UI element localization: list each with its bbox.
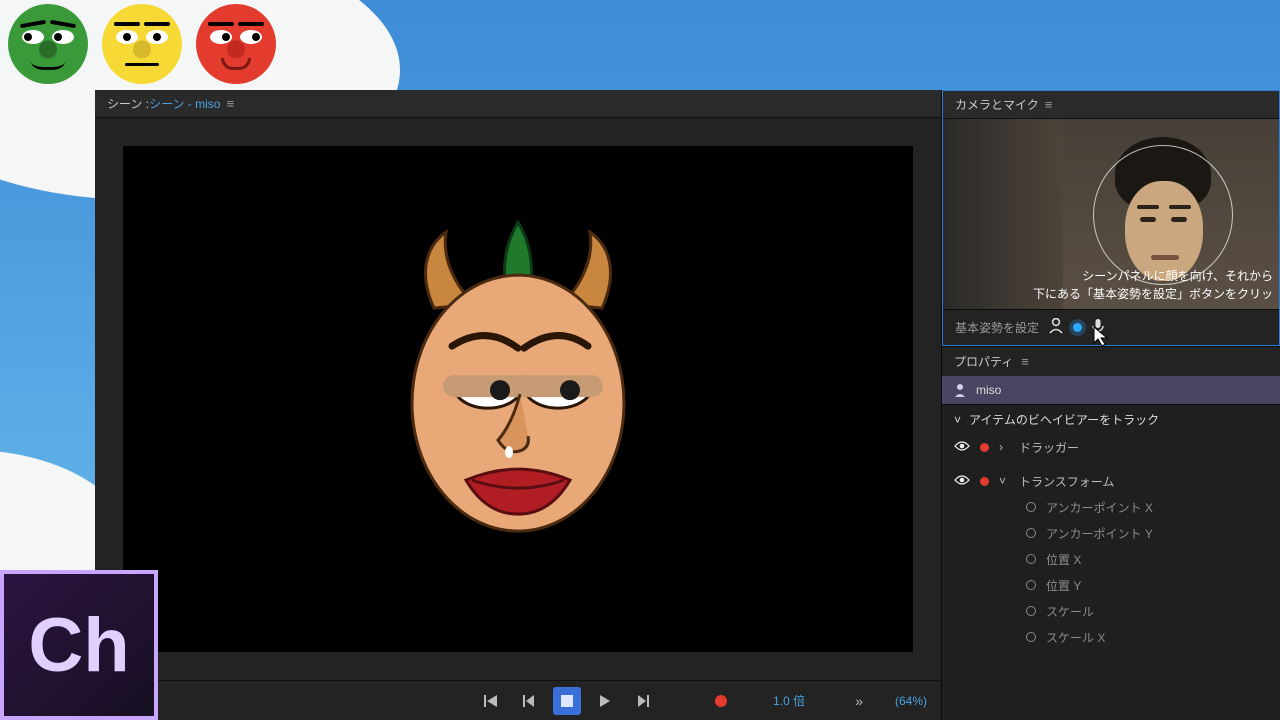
panel-menu-icon[interactable]	[1045, 97, 1053, 112]
camera-input-icon[interactable]	[1049, 318, 1063, 337]
puppet-character	[388, 218, 648, 541]
badge-text: Ch	[28, 602, 129, 689]
behavior-name: ドラッガー	[1019, 439, 1079, 456]
scene-prefix: シーン :	[107, 95, 149, 112]
playback-rate[interactable]: 1.0 倍	[773, 692, 805, 709]
param-scale[interactable]: スケール	[942, 598, 1280, 624]
camera-instruction-text: シーンパネルに顔を向け、それから 下にある「基本姿勢を設定」ボタンをクリッ	[949, 267, 1273, 303]
face-green	[8, 4, 88, 84]
set-rest-pose-button[interactable]: 基本姿勢を設定	[955, 319, 1039, 336]
scene-panel-header[interactable]: シーン : シーン - miso	[95, 90, 941, 118]
track-behaviors-header[interactable]: ˅ アイテムのビヘイビアーをトラック	[942, 404, 1280, 434]
param-anchor-y[interactable]: アンカーポイント Y	[942, 520, 1280, 546]
properties-panel: プロパティ miso ˅ アイテムのビヘイビアーをトラック ›	[942, 346, 1280, 650]
visibility-icon[interactable]	[954, 440, 970, 455]
play-button[interactable]	[591, 687, 619, 715]
camera-panel-header[interactable]: カメラとマイク	[943, 91, 1279, 119]
more-button[interactable]: »	[855, 693, 865, 709]
go-to-start-button[interactable]	[477, 687, 505, 715]
properties-panel-header[interactable]: プロパティ	[942, 346, 1280, 376]
puppet-icon	[954, 383, 966, 397]
keyframe-icon[interactable]	[1026, 580, 1036, 590]
webcam-preview: シーンパネルに顔を向け、それから 下にある「基本姿勢を設定」ボタンをクリッ	[943, 119, 1279, 309]
app-window: シーン : シーン - miso	[95, 90, 1280, 720]
microphone-icon[interactable]	[1092, 318, 1104, 337]
stop-button[interactable]	[553, 687, 581, 715]
panel-menu-icon[interactable]	[226, 96, 234, 111]
keyframe-icon[interactable]	[1026, 632, 1036, 642]
step-forward-button[interactable]	[629, 687, 657, 715]
scene-viewport[interactable]	[123, 146, 913, 652]
puppet-name: miso	[976, 383, 1001, 397]
step-back-button[interactable]	[515, 687, 543, 715]
arm-record-icon[interactable]	[980, 477, 989, 486]
behavior-row-transform[interactable]: ˅ トランスフォーム	[942, 468, 1280, 494]
keyframe-icon[interactable]	[1026, 528, 1036, 538]
adobe-ch-badge: Ch	[0, 570, 158, 720]
param-anchor-x[interactable]: アンカーポイント X	[942, 494, 1280, 520]
zoom-level[interactable]: (64%)	[895, 694, 927, 708]
sample-faces-strip	[8, 4, 276, 84]
scene-name-link[interactable]: シーン - miso	[149, 95, 220, 112]
param-label: アンカーポイント Y	[1046, 525, 1153, 542]
face-red	[196, 4, 276, 84]
chevron-down-icon[interactable]: ˅	[999, 474, 1009, 488]
camera-mic-panel: カメラとマイク シーンパネルに顔を向け、それから 下にある「基本姿勢を設定」ボタ	[942, 90, 1280, 346]
puppet-row[interactable]: miso	[942, 376, 1280, 404]
param-label: スケール X	[1046, 629, 1105, 646]
record-button[interactable]	[707, 687, 735, 715]
camera-panel-title: カメラとマイク	[955, 96, 1039, 113]
properties-title: プロパティ	[954, 353, 1013, 370]
transport-bar: 0 0 1.0 倍 » (64%)	[95, 680, 941, 720]
arm-record-icon[interactable]	[980, 443, 989, 452]
visibility-icon[interactable]	[954, 474, 970, 489]
param-pos-x[interactable]: 位置 X	[942, 546, 1280, 572]
keyframe-icon[interactable]	[1026, 606, 1036, 616]
param-scale-x[interactable]: スケール X	[942, 624, 1280, 650]
chevron-right-icon[interactable]: ›	[999, 440, 1009, 454]
face-tracking-circle	[1093, 145, 1233, 285]
param-label: 位置 Y	[1046, 577, 1081, 594]
param-label: スケール	[1046, 603, 1094, 620]
track-behaviors-label: アイテムのビヘイビアーをトラック	[969, 411, 1159, 428]
keyframe-icon[interactable]	[1026, 554, 1036, 564]
param-pos-y[interactable]: 位置 Y	[942, 572, 1280, 598]
panel-menu-icon[interactable]	[1021, 354, 1029, 369]
keyframe-icon[interactable]	[1026, 502, 1036, 512]
behavior-row-dragger[interactable]: › ドラッガー	[942, 434, 1280, 460]
chevron-down-icon: ˅	[954, 413, 961, 427]
param-label: アンカーポイント X	[1046, 499, 1153, 516]
camera-active-indicator	[1073, 323, 1082, 332]
param-label: 位置 X	[1046, 551, 1081, 568]
face-yellow	[102, 4, 182, 84]
behavior-name: トランスフォーム	[1019, 473, 1114, 490]
